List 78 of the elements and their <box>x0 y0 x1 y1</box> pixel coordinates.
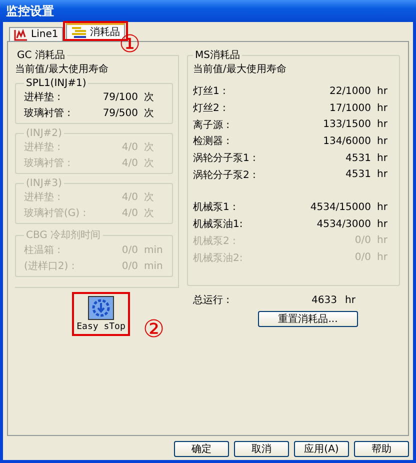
row-label: 涡轮分子泵2 : <box>193 168 257 182</box>
row-value: 0/0 <box>354 252 371 264</box>
unit-label: hr <box>344 294 356 306</box>
row-value: 22/1000 <box>329 86 371 97</box>
dialog-button[interactable]: 应用(A) <box>294 441 349 457</box>
row-label: 玻璃衬管 : <box>24 106 72 120</box>
row-label: 机械泵2 : <box>193 234 237 248</box>
unit-label: min <box>143 260 164 272</box>
row-label: 柱温箱 : <box>24 244 62 257</box>
row-label: 玻璃衬管 : <box>24 156 72 170</box>
reset-button[interactable]: 重置消耗品... <box>258 311 358 327</box>
row-label: (进样口2) : <box>24 260 76 273</box>
dialog-button[interactable]: 取消 <box>234 441 289 457</box>
stop-button[interactable] <box>88 296 114 320</box>
callout-number: ② <box>143 316 165 342</box>
unit-label: hr <box>376 218 388 230</box>
row-value: 4534/15000 <box>310 202 371 213</box>
group-title: (INJ#3) <box>25 178 63 189</box>
row-value: 0/0 <box>122 260 138 272</box>
row-value: 0/0 <box>122 244 138 256</box>
unit-label: min <box>143 244 164 256</box>
row-value: 4531 <box>346 152 371 164</box>
unit-label: hr <box>376 202 388 213</box>
group-title: (INJ#2) <box>25 128 63 139</box>
row-value: 17/1000 <box>329 102 371 114</box>
unit-label: 次 <box>143 141 155 154</box>
chart-icon <box>14 28 28 40</box>
row-value: 79/100 <box>102 92 138 102</box>
unit-label: 次 <box>143 107 155 120</box>
row-label: 机械泵油1: <box>193 218 244 232</box>
unit-label: 次 <box>143 207 155 220</box>
row-value: 4/0 <box>122 142 138 152</box>
unit-label: 次 <box>143 191 155 204</box>
row-value: 4633 <box>312 294 337 306</box>
row-value: 4/0 <box>122 192 138 202</box>
group-title: GC 消耗品 <box>16 48 66 62</box>
row-label: 机械泵油2: <box>193 252 244 265</box>
row-label: 玻璃衬管(G) : <box>24 206 88 220</box>
row-value: 4/0 <box>122 158 138 168</box>
button-label: Easy sTop <box>76 322 126 332</box>
row-value: 133/1500 <box>323 119 371 130</box>
row-label: 离子源 : <box>193 118 231 132</box>
window-title: 监控设置 <box>6 2 54 20</box>
subtitle: 当前值/最大使用寿命 <box>193 62 288 76</box>
unit-label: hr <box>376 119 388 130</box>
unit-label: hr <box>376 136 388 147</box>
subtitle: 当前值/最大使用寿命 <box>15 62 110 76</box>
row-value: 0/0 <box>354 235 371 246</box>
row-label: 涡轮分子泵1 : <box>193 152 257 166</box>
row-label: 进样垫 : <box>24 190 62 204</box>
row-label: 进样垫 : <box>24 140 62 154</box>
row-value: 4534/3000 <box>316 218 371 230</box>
dialog-button[interactable]: 帮助 <box>354 441 409 457</box>
row-value: 79/500 <box>102 108 138 118</box>
download-icon <box>91 298 111 318</box>
unit-label: hr <box>376 86 388 97</box>
tab[interactable]: Line1 <box>9 27 64 41</box>
row-label: 检测器 : <box>193 134 231 148</box>
row-value: 134/6000 <box>323 136 371 147</box>
unit-label: hr <box>376 169 388 180</box>
row-label: 灯丝1 : <box>193 84 227 98</box>
unit-label: 次 <box>143 91 155 104</box>
unit-label: hr <box>376 152 388 164</box>
dialog-button[interactable]: 确定 <box>174 441 229 457</box>
unit-label: hr <box>376 252 388 264</box>
unit-label: hr <box>376 102 388 114</box>
unit-label: 次 <box>143 157 155 170</box>
row-label: 进样垫 : <box>24 90 62 104</box>
group-title: SPL1(INJ#1) <box>25 78 88 89</box>
list-icon <box>71 26 88 38</box>
row-label: 总运行 : <box>193 294 231 307</box>
row-label: 灯丝2 : <box>193 102 227 116</box>
row-label: 机械泵1 : <box>193 200 237 214</box>
row-value: 4531 <box>346 169 371 180</box>
group-title: CBG 冷却剂时间 <box>25 228 102 242</box>
row-value: 4/0 <box>122 208 138 218</box>
unit-label: hr <box>376 235 388 246</box>
group-title: MS消耗品 <box>194 48 241 62</box>
